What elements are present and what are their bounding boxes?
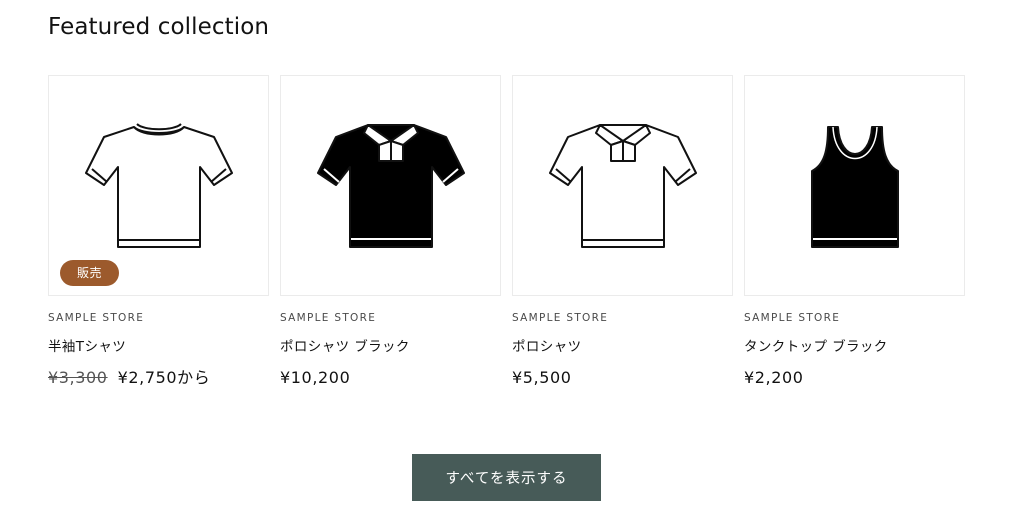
product-price: ¥5,500 [512,367,733,389]
product-image[interactable] [280,75,501,296]
product-price: ¥3,300 ¥2,750から [48,367,269,389]
product-card[interactable]: SAMPLE STORE ポロシャツ ブラック ¥10,200 [280,75,501,389]
polo-white-icon [548,123,697,248]
product-image[interactable] [512,75,733,296]
regular-price: ¥5,500 [512,368,572,387]
tshirt-white-icon [84,122,233,248]
product-price: ¥2,200 [744,367,965,389]
product-title[interactable]: ポロシャツ [512,337,733,357]
product-grid: 販売 SAMPLE STORE 半袖Tシャツ ¥3,300 ¥2,750から S… [48,75,965,389]
product-vendor: SAMPLE STORE [280,312,377,324]
product-vendor: SAMPLE STORE [744,312,841,324]
product-image[interactable]: 販売 [48,75,269,296]
product-title[interactable]: 半袖Tシャツ [48,337,269,357]
regular-price: ¥2,200 [744,368,804,387]
polo-black-icon [316,123,465,248]
product-title[interactable]: ポロシャツ ブラック [280,337,501,357]
sale-badge: 販売 [60,260,119,286]
compare-at-price: ¥3,300 [48,368,108,387]
product-card[interactable]: 販売 SAMPLE STORE 半袖Tシャツ ¥3,300 ¥2,750から [48,75,269,389]
tanktop-black-icon [810,125,899,248]
product-price: ¥10,200 [280,367,501,389]
regular-price: ¥10,200 [280,368,351,387]
product-title[interactable]: タンクトップ ブラック [744,337,965,357]
sale-price: ¥2,750から [117,368,211,387]
product-card[interactable]: SAMPLE STORE タンクトップ ブラック ¥2,200 [744,75,965,389]
view-all-button[interactable]: すべてを表示する [412,454,601,501]
section-title: Featured collection [48,14,270,40]
product-vendor: SAMPLE STORE [512,312,609,324]
product-card[interactable]: SAMPLE STORE ポロシャツ ¥5,500 [512,75,733,389]
product-vendor: SAMPLE STORE [48,312,145,324]
product-image[interactable] [744,75,965,296]
